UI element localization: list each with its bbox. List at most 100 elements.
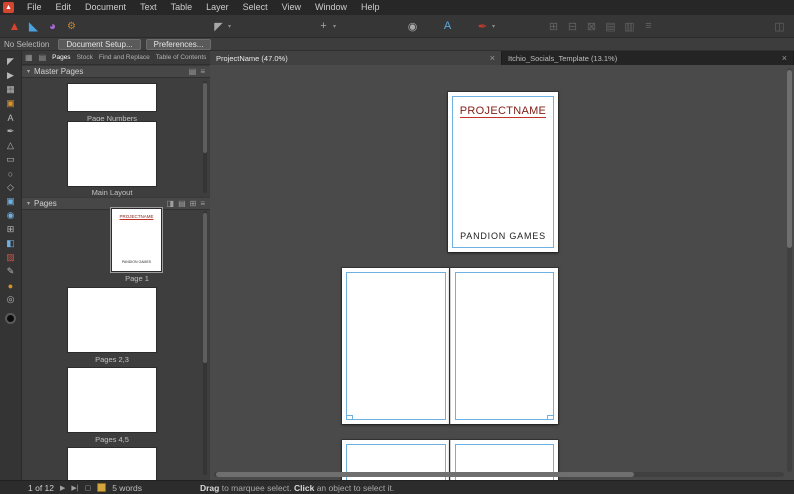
document-setup-button[interactable]: Document Setup... [58,38,141,50]
page-thumbnail-pages-2-3[interactable] [68,288,156,352]
fill-tool-icon[interactable]: ◧ [3,237,19,250]
fill-colour-icon[interactable]: ✒ [473,17,492,36]
next-page-icon[interactable]: ▶ [60,484,65,492]
persona-settings-icon[interactable]: ⚙ [62,17,81,36]
menu-window[interactable]: Window [308,0,354,15]
master-thumbnail-page-numbers[interactable] [68,84,156,111]
master-pages-section-header[interactable]: ▾ Master Pages ▤ ≡ [22,65,210,78]
menu-layer[interactable]: Layer [199,0,236,15]
menu-table[interactable]: Table [164,0,200,15]
insert-pages-icon[interactable]: + [314,17,333,36]
page-title-text[interactable]: PROJECTNAME [448,105,558,118]
ellipse-tool-icon[interactable]: ○ [3,167,19,180]
collapse-caret-icon[interactable]: ▾ [27,200,30,207]
picture-frame-tool-icon[interactable]: ▣ [3,195,19,208]
preferences-button[interactable]: Preferences... [145,38,212,50]
order-icon[interactable]: ≡ [639,17,658,36]
shape-tool-icon[interactable]: ◇ [3,181,19,194]
canvas-page-2[interactable] [342,268,450,424]
transform-icon[interactable]: ⊟ [563,17,582,36]
collapse-caret-icon[interactable]: ▾ [27,68,30,75]
swatch-dot-icon[interactable]: ● [3,279,19,292]
arrange-icon[interactable]: ⊠ [582,17,601,36]
page-thumbnail-pages-4-5[interactable] [68,368,156,432]
page-thumbnail-page-1[interactable]: PROJECTNAME PANDION GAMES [110,207,163,273]
tab-table-of-contents[interactable]: Table of Contents [153,54,210,61]
pointer-dropdown-caret-icon[interactable]: ▾ [228,23,236,30]
menu-file[interactable]: File [20,0,49,15]
table-tool-icon[interactable]: ▦ [3,83,19,96]
canvas-spread-pages-2-3[interactable] [342,268,558,424]
picture-frame-ellipse-tool-icon[interactable]: ◉ [3,209,19,222]
menu-document[interactable]: Document [78,0,133,15]
vertical-scrollbar[interactable] [787,68,792,472]
page-view-icon[interactable]: ▢ [85,484,92,492]
panel-menu-icon[interactable]: ≡ [200,199,205,208]
studio-list-icon[interactable]: ▤ [36,53,50,62]
distribute-icon[interactable]: ▥ [620,17,639,36]
pages-panel: ▾ Master Pages ▤ ≡ Page Numbers Main Lay… [22,65,210,480]
pointer-tool-icon[interactable]: ◤ [209,17,228,36]
scrollbar-thumb[interactable] [203,213,207,363]
view-tool-icon[interactable]: ▶ [3,69,19,82]
move-tool-icon[interactable]: ◤ [3,55,19,68]
document-tab-itchio-socials-template[interactable]: Itchio_Socials_Template (13.1%) × [502,51,794,65]
rectangle-tool-icon[interactable]: ▭ [3,153,19,166]
colour-selector-icon[interactable] [5,313,16,324]
tab-stock[interactable]: Stock [74,54,96,61]
selection-status-label: No Selection [4,39,50,49]
horizontal-scrollbar[interactable] [214,472,784,477]
document-canvas[interactable]: PROJECTNAME PANDION GAMES [210,65,794,480]
menu-help[interactable]: Help [354,0,387,15]
colour-picker-tool-icon[interactable]: ✎ [3,265,19,278]
align-icon[interactable]: ▤ [601,17,620,36]
document-tab-projectname[interactable]: ProjectName (47.0%) × [210,51,502,65]
photo-persona-icon[interactable]: ◕ [43,17,62,36]
text-styles-icon[interactable]: A [438,17,457,36]
close-icon[interactable]: × [484,53,495,63]
menu-edit[interactable]: Edit [49,0,79,15]
context-toolbar: No Selection Document Setup... Preferenc… [0,38,794,51]
page-footer-text[interactable]: PANDION GAMES [448,231,558,241]
page-thumbnail-partial[interactable] [68,448,156,480]
scrollbar-thumb[interactable] [787,70,792,248]
artistic-text-tool-icon[interactable]: A [3,111,19,124]
page-label: Pages 4,5 [95,435,129,444]
studio-grid-icon[interactable]: ▦ [22,53,36,62]
add-page-icon[interactable]: ▤ [178,199,186,208]
master-thumbnail-main-layout[interactable] [68,122,156,186]
pen-tool-icon[interactable]: ✒ [3,125,19,138]
master-pages-section-title: Master Pages [34,67,84,76]
vector-crop-tool-icon[interactable]: ⊞ [3,223,19,236]
master-section-scrollbar[interactable] [203,81,207,193]
close-icon[interactable]: × [776,53,787,63]
fill-dropdown-caret-icon[interactable]: ▾ [492,23,500,30]
menu-select[interactable]: Select [236,0,275,15]
canvas-page-1[interactable]: PROJECTNAME PANDION GAMES [448,92,558,252]
panel-menu-icon[interactable]: ≡ [200,67,205,76]
document-tab-label: Itchio_Socials_Template (13.1%) [508,53,618,63]
designer-persona-icon[interactable]: ◣ [24,17,43,36]
frame-text-tool-icon[interactable]: ▣ [3,97,19,110]
pages-section-scrollbar[interactable] [203,211,207,475]
canvas-page-3[interactable] [449,268,558,424]
apply-master-icon[interactable]: ◨ [167,199,175,208]
menu-view[interactable]: View [275,0,308,15]
tab-pages[interactable]: Pages [49,54,73,61]
insert-dropdown-caret-icon[interactable]: ▾ [333,23,341,30]
snapping-icon[interactable]: ⊞ [544,17,563,36]
menu-text[interactable]: Text [133,0,164,15]
options-icon[interactable]: ◫ [770,17,789,36]
add-master-page-icon[interactable]: ▤ [189,67,197,76]
preview-mode-icon[interactable]: ◉ [403,17,422,36]
last-page-icon[interactable]: ▶| [71,484,78,492]
tab-find-and-replace[interactable]: Find and Replace [96,54,153,61]
transparency-tool-icon[interactable]: ▨ [3,251,19,264]
scrollbar-thumb[interactable] [203,83,207,153]
duplicate-page-icon[interactable]: ⊞ [190,199,197,208]
publisher-persona-icon[interactable]: ▲ [5,17,24,36]
zoom-tool-icon[interactable]: ◎ [3,293,19,306]
studio-panel-tabs: ▦ ▤ Pages Stock Find and Replace Table o… [22,51,236,65]
node-tool-icon[interactable]: △ [3,139,19,152]
scrollbar-thumb[interactable] [216,472,634,477]
